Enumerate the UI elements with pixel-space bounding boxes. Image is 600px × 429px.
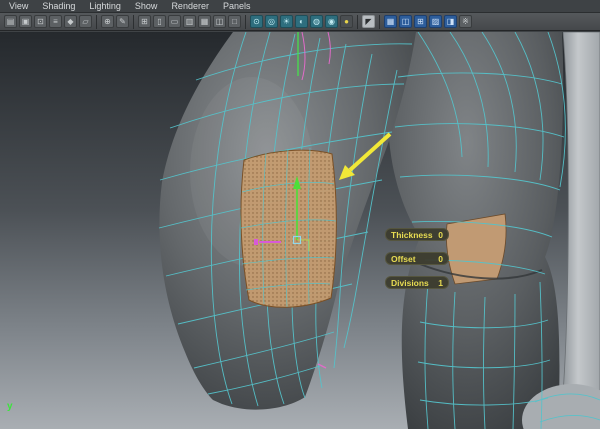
menu-renderer[interactable]: Renderer: [164, 0, 216, 13]
lock-camera-icon[interactable]: ⊡: [34, 15, 47, 28]
hud-thickness[interactable]: Thickness 0: [385, 228, 449, 241]
select-tool-icon[interactable]: ◤: [362, 15, 375, 28]
isolate-select-icon[interactable]: ▦: [384, 15, 397, 28]
frame-selection-icon[interactable]: ◎: [265, 15, 278, 28]
menu-shading[interactable]: Shading: [35, 0, 82, 13]
hud-offset-label: Offset: [391, 253, 416, 264]
gate-mask-icon[interactable]: ▥: [183, 15, 196, 28]
motion-blur-icon[interactable]: ◉: [325, 15, 338, 28]
camera-attributes-icon[interactable]: ≡: [49, 15, 62, 28]
resolution-gate-icon[interactable]: ▭: [168, 15, 181, 28]
hud-offset-value[interactable]: 0: [438, 254, 443, 264]
gamma-indicator-icon[interactable]: ●: [340, 15, 353, 28]
safe-title-icon[interactable]: □: [228, 15, 241, 28]
maya-panel-window: View Shading Lighting Show Renderer Pane…: [0, 0, 600, 429]
toolbar-separator: [379, 14, 380, 29]
menu-show[interactable]: Show: [128, 0, 165, 13]
viewport-canvas[interactable]: Thickness 0 Offset 0 Divisions 1 y: [0, 32, 600, 429]
axis-indicator-y: y: [7, 401, 13, 412]
hud-divisions-value[interactable]: 1: [438, 278, 443, 288]
menu-panels[interactable]: Panels: [216, 0, 258, 13]
film-gate-icon[interactable]: ▯: [153, 15, 166, 28]
lighting-icon[interactable]: ☀: [280, 15, 293, 28]
safe-action-icon[interactable]: ◫: [213, 15, 226, 28]
hud-divisions-label: Divisions: [391, 277, 429, 288]
wireframe-on-shaded-icon[interactable]: ⊞: [414, 15, 427, 28]
hud-divisions[interactable]: Divisions 1: [385, 276, 449, 289]
share-icon[interactable]: ※: [459, 15, 472, 28]
shadows-icon[interactable]: ◐: [295, 15, 308, 28]
bookmark-icon[interactable]: ◆: [64, 15, 77, 28]
toolbar-separator: [133, 14, 134, 29]
select-camera-icon[interactable]: ▣: [19, 15, 32, 28]
toolbar-separator: [96, 14, 97, 29]
two-d-pan-zoom-icon[interactable]: ⊕: [101, 15, 114, 28]
panel-layout-icon[interactable]: ▤: [4, 15, 17, 28]
frame-all-icon[interactable]: ⊙: [250, 15, 263, 28]
image-plane-icon[interactable]: ▱: [79, 15, 92, 28]
hud-thickness-label: Thickness: [391, 229, 433, 240]
field-chart-icon[interactable]: ▦: [198, 15, 211, 28]
toolbar-separator: [245, 14, 246, 29]
grid-icon[interactable]: ⊞: [138, 15, 151, 28]
menu-view[interactable]: View: [2, 0, 35, 13]
selection-faces[interactable]: [240, 147, 337, 308]
textured-icon[interactable]: ▨: [429, 15, 442, 28]
occlusion-icon[interactable]: ◍: [310, 15, 323, 28]
use-default-material-icon[interactable]: ◨: [444, 15, 457, 28]
panel-menu-bar: View Shading Lighting Show Renderer Pane…: [0, 0, 600, 13]
toolbar-separator: [357, 14, 358, 29]
xray-icon[interactable]: ◫: [399, 15, 412, 28]
panel-toolbar: ▤ ▣ ⊡ ≡ ◆ ▱ ⊕ ✎ ⊞ ▯ ▭ ▥ ▦ ◫ □ ⊙ ◎ ☀ ◐ ◍ ◉ ● ◤ ▦ ◫ ⊞ ▨ ◨ ※: [0, 13, 600, 31]
scene-svg: [158, 32, 600, 429]
grease-pencil-icon[interactable]: ✎: [116, 15, 129, 28]
menu-lighting[interactable]: Lighting: [82, 0, 128, 13]
hud-offset[interactable]: Offset 0: [385, 252, 449, 265]
body-mesh[interactable]: [159, 32, 600, 429]
hud-thickness-value[interactable]: 0: [438, 230, 443, 240]
